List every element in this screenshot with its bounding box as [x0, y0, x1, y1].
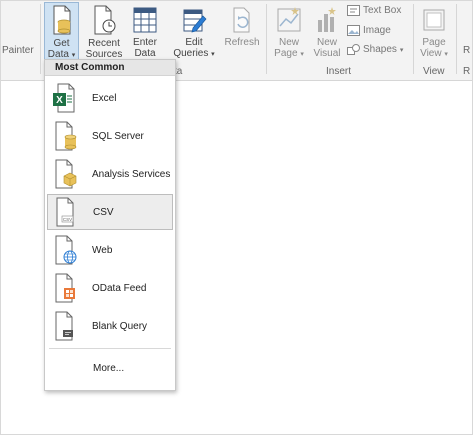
menu-item-label: Excel — [92, 92, 117, 104]
menu-item-analysis-services[interactable]: Analysis Services — [47, 156, 173, 192]
enter-data-label-1: Enter — [133, 37, 157, 48]
new-page-label-1: New — [278, 37, 299, 48]
shapes-icon — [347, 44, 360, 55]
get-data-button[interactable]: Get Data ▾ — [44, 2, 79, 60]
text-box-icon — [347, 5, 360, 16]
page-view-label-2: View — [420, 48, 442, 59]
new-page-button[interactable]: New Page ▾ — [271, 2, 307, 60]
menu-item-label: Web — [92, 244, 113, 256]
menu-item-blank-query[interactable]: Blank Query — [47, 308, 173, 344]
menu-item-csv[interactable]: CSV CSV — [47, 194, 173, 230]
new-visual-button[interactable]: New Visual — [311, 2, 343, 59]
enter-data-label-2: Data — [134, 48, 156, 59]
chevron-down-icon: ▾ — [300, 51, 304, 58]
ribbon-cutoff-glyph: R — [463, 45, 471, 56]
blank-query-icon — [55, 311, 73, 341]
refresh-button[interactable]: Refresh — [223, 2, 261, 48]
menu-item-excel[interactable]: X Excel — [47, 80, 173, 116]
menu-item-label: Analysis Services — [92, 168, 171, 180]
text-box-label: Text Box — [363, 5, 402, 16]
shapes-label: Shapes — [363, 44, 397, 55]
svg-text:CSV: CSV — [63, 217, 72, 222]
menu-item-label: SQL Server — [92, 130, 144, 142]
page-view-icon — [423, 9, 445, 31]
csv-file-icon: CSV — [56, 197, 74, 227]
edit-queries-label-2: Queries — [173, 48, 209, 59]
menu-item-web[interactable]: Web — [47, 232, 173, 268]
new-page-icon — [277, 7, 301, 32]
chevron-down-icon: ▾ — [399, 46, 404, 54]
chevron-down-icon: ▾ — [211, 51, 215, 58]
edit-queries-button[interactable]: Edit Queries ▾ — [172, 2, 216, 60]
enter-data-button[interactable]: Enter Data — [130, 2, 160, 59]
ribbon-separator — [413, 4, 414, 74]
refresh-label: Refresh — [224, 37, 260, 48]
edit-queries-icon — [183, 9, 207, 33]
new-visual-label-1: New — [316, 37, 337, 48]
ribbon-separator — [40, 4, 41, 74]
format-painter-label[interactable]: Painter — [2, 45, 34, 56]
sql-server-database-icon — [55, 121, 77, 151]
image-label: Image — [363, 25, 391, 36]
page-view-label-1: Page — [422, 37, 446, 48]
odata-feed-icon — [55, 273, 75, 303]
page-view-button[interactable]: Page View ▾ — [418, 2, 450, 60]
get-data-label-1: Get — [53, 38, 70, 49]
menu-item-label: OData Feed — [92, 282, 147, 294]
web-globe-icon — [55, 235, 77, 265]
more-data-sources-link[interactable]: More... — [93, 363, 124, 374]
svg-text:X: X — [56, 95, 63, 106]
new-visual-icon — [318, 7, 336, 32]
shapes-button[interactable]: Shapes ▾ — [347, 44, 403, 55]
analysis-services-cube-icon — [55, 159, 77, 189]
menu-item-label: Blank Query — [92, 320, 148, 332]
image-icon — [347, 25, 360, 36]
ribbon-separator — [456, 4, 457, 74]
insert-group-label: Insert — [326, 66, 352, 77]
chevron-down-icon: ▾ — [444, 51, 448, 58]
menu-item-label: CSV — [93, 206, 114, 218]
text-box-button[interactable]: Text Box — [347, 5, 401, 16]
dropdown-header: Most Common — [45, 60, 175, 76]
get-data-dropdown: Most Common X Excel SQL Server Analysis … — [44, 59, 176, 391]
image-button[interactable]: Image — [347, 25, 391, 36]
ribbon-separator — [266, 4, 267, 74]
edit-queries-label-1: Edit — [185, 37, 203, 48]
recent-sources-label-1: Recent — [88, 38, 120, 49]
recent-sources-icon — [94, 5, 116, 35]
excel-file-icon: X — [53, 83, 75, 113]
menu-divider — [49, 348, 171, 349]
ribbon-cutoff-glyph: R — [463, 66, 471, 77]
menu-item-odata-feed[interactable]: OData Feed — [47, 270, 173, 306]
new-visual-label-2: Visual — [313, 48, 341, 59]
chevron-down-icon: ▾ — [71, 52, 76, 59]
table-icon — [133, 7, 157, 33]
view-group-label: View — [423, 66, 445, 77]
new-page-label-2: Page — [274, 48, 298, 59]
menu-item-sql-server[interactable]: SQL Server — [47, 118, 173, 154]
database-icon — [53, 5, 70, 35]
refresh-icon — [233, 7, 250, 33]
